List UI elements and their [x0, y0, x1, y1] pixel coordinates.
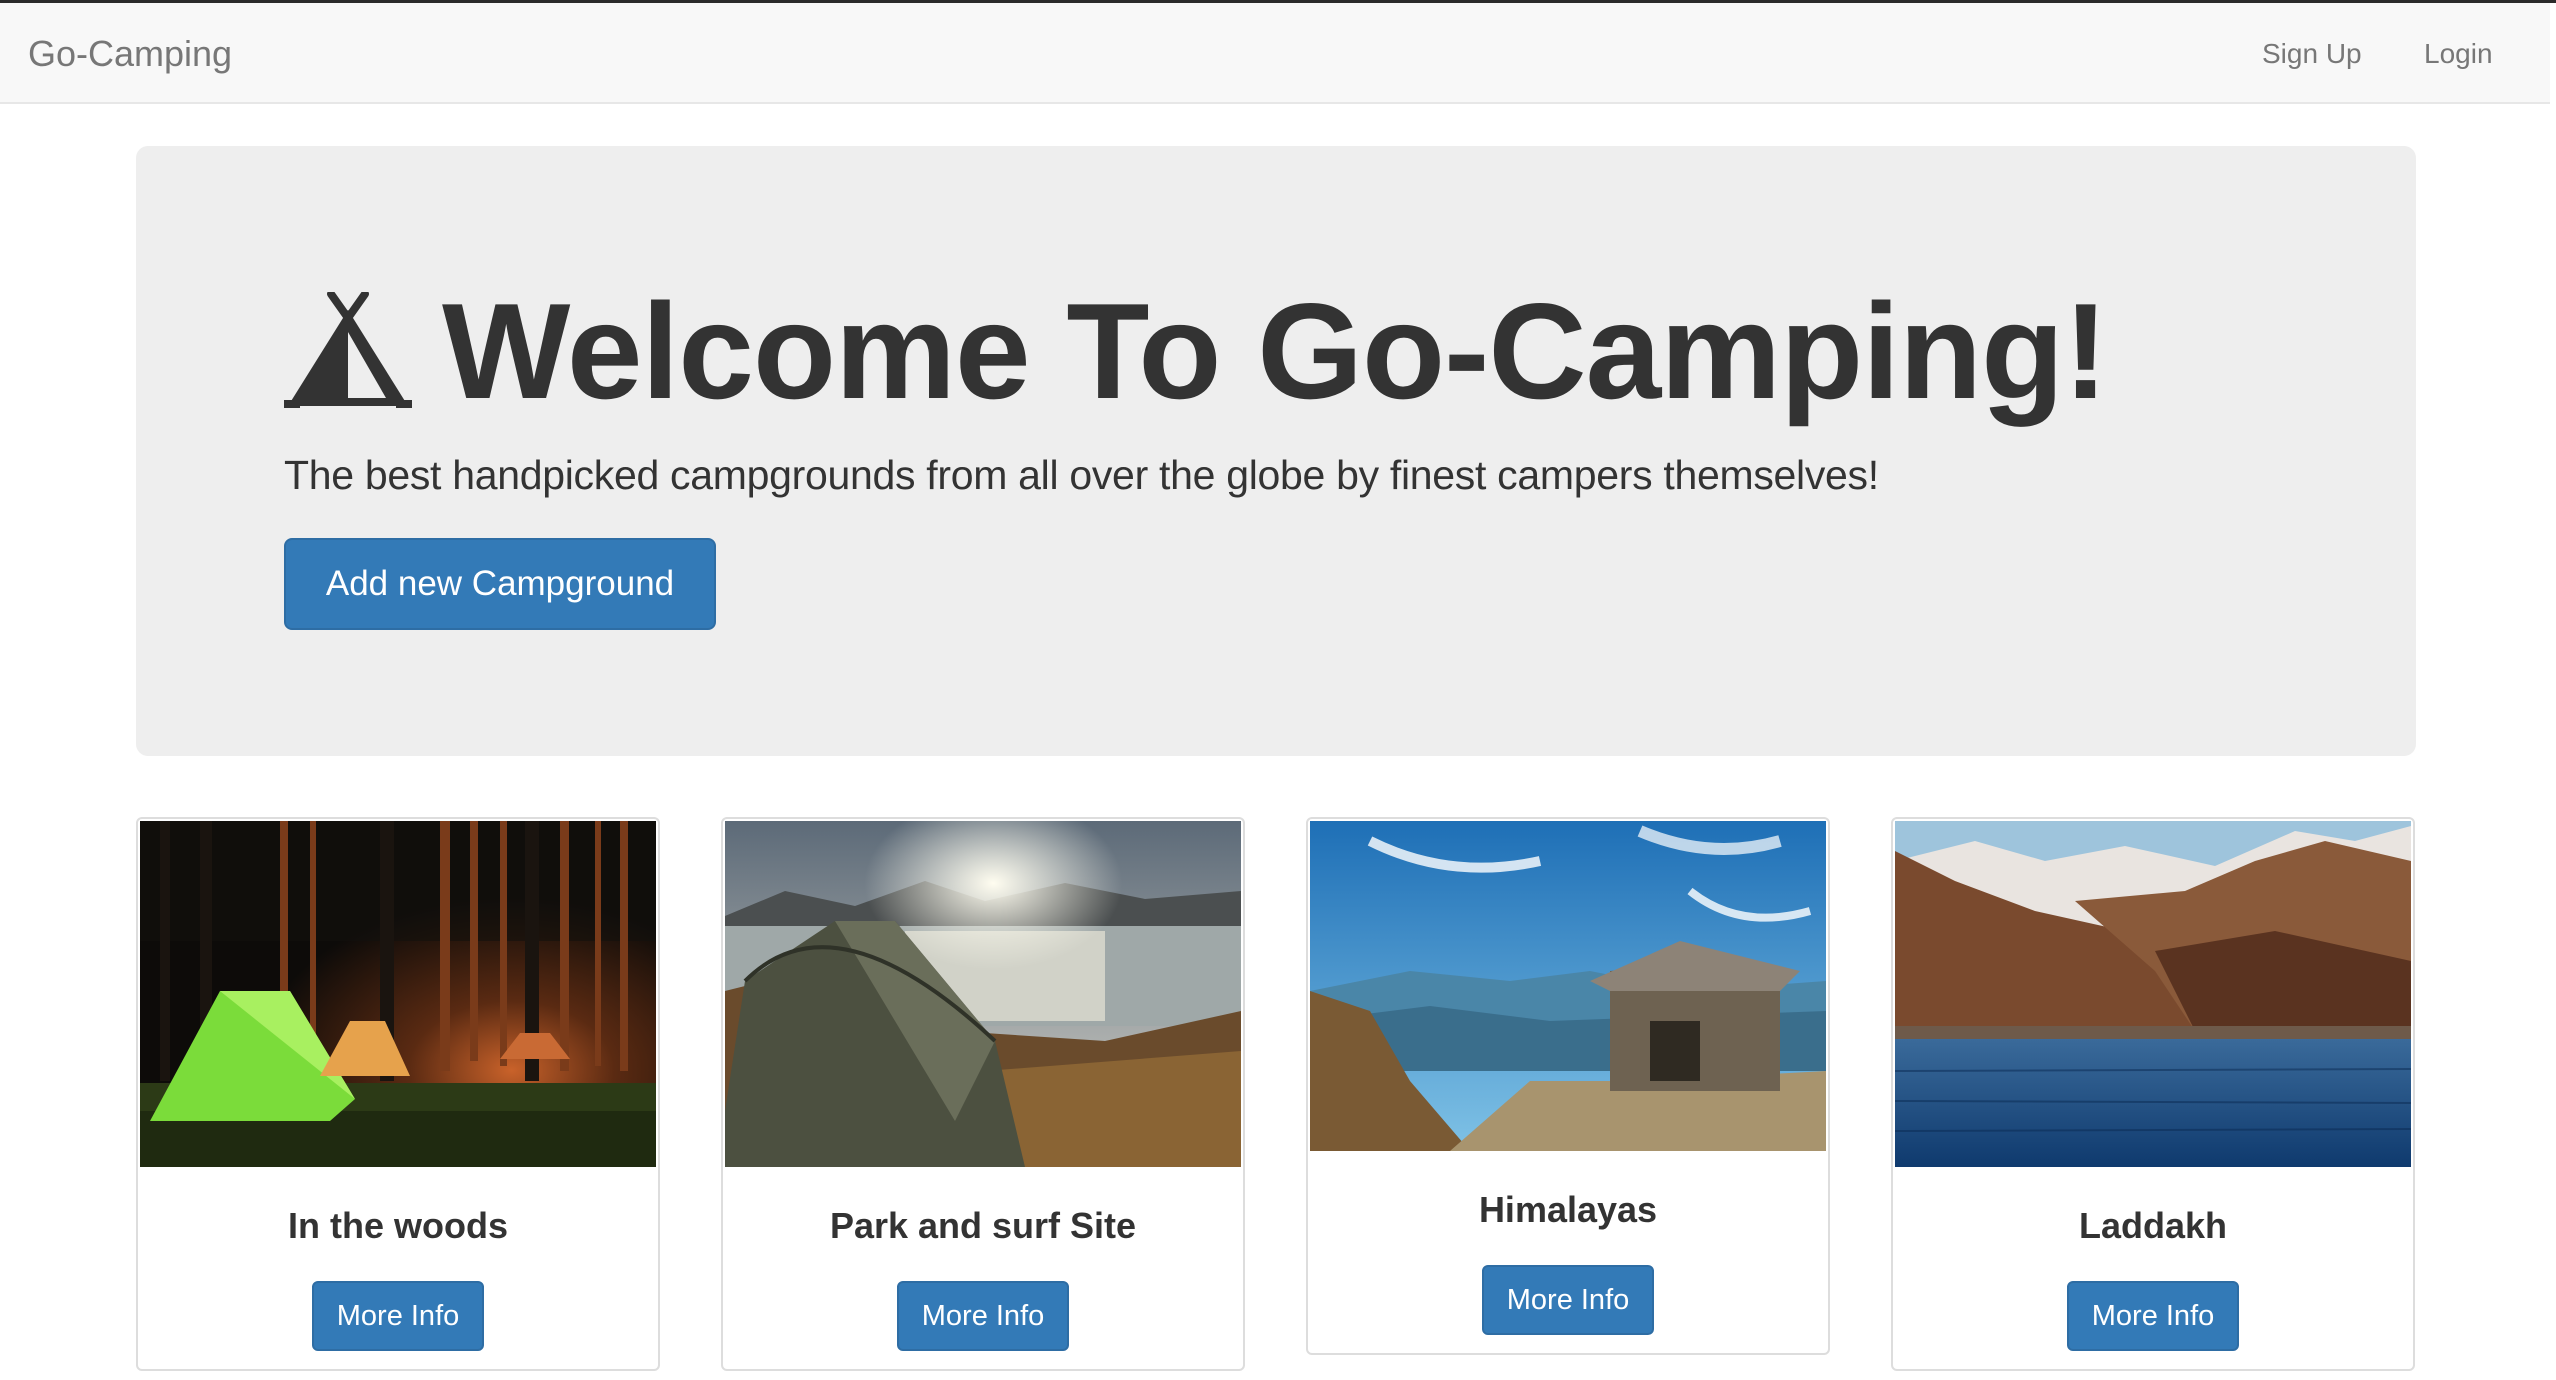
campground-image-himalayas — [1310, 821, 1826, 1151]
hero-heading: Welcome To Go-Camping! — [442, 275, 2108, 427]
campground-card: In the woods More Info — [136, 817, 660, 1371]
campground-card: Laddakh More Info — [1891, 817, 2415, 1371]
campground-name: In the woods — [288, 1205, 508, 1246]
brand-link[interactable]: Go-Camping — [28, 3, 232, 104]
campground-image-woods — [140, 821, 656, 1167]
campground-image-park-surf — [725, 821, 1241, 1167]
hero-title: Welcome To Go-Camping! — [284, 266, 2108, 436]
tent-icon — [284, 292, 412, 408]
nav-signup-link[interactable]: Sign Up — [2262, 3, 2362, 104]
campground-image-laddakh — [1895, 821, 2411, 1167]
navbar: Go-Camping Sign Up Login — [0, 3, 2550, 104]
more-info-button[interactable]: More Info — [312, 1281, 484, 1351]
campground-name: Himalayas — [1478, 1189, 1658, 1230]
hero-subtitle: The best handpicked campgrounds from all… — [284, 452, 1879, 498]
more-info-button[interactable]: More Info — [1482, 1265, 1654, 1335]
campground-card: Park and surf Site More Info — [721, 817, 1245, 1371]
more-info-button[interactable]: More Info — [2067, 1281, 2239, 1351]
more-info-button[interactable]: More Info — [897, 1281, 1069, 1351]
campground-name: Park and surf Site — [829, 1205, 1137, 1246]
campground-name: Laddakh — [2078, 1205, 2228, 1246]
campground-card: Himalayas More Info — [1306, 817, 1830, 1355]
add-campground-button[interactable]: Add new Campground — [284, 538, 716, 630]
jumbotron: Welcome To Go-Camping! The best handpick… — [136, 146, 2416, 756]
nav-login-link[interactable]: Login — [2424, 3, 2493, 104]
